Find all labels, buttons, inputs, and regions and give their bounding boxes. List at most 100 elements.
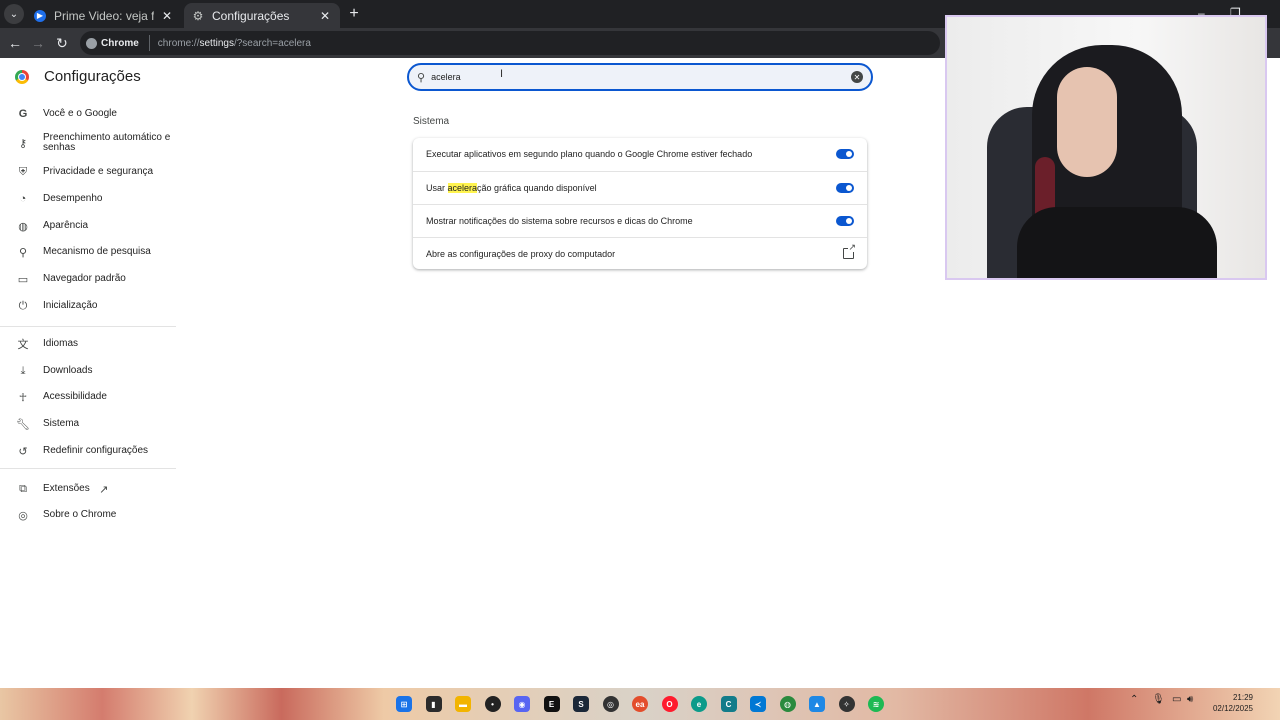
clock-time: 21:29 [1232, 693, 1253, 702]
tab-title: Prime Video: veja filmes, séries, [54, 8, 154, 23]
chrome-icon[interactable]: ◍ [779, 696, 796, 712]
sidebar-divider [0, 468, 176, 469]
sidebar-item-acessibilidade[interactable]: ☥ Acessibilidade [0, 391, 176, 404]
tray-overflow-icon[interactable]: ⌃ [1130, 694, 1138, 705]
sidebar-item-label: Mecanismo de pesquisa [43, 246, 151, 257]
clear-search-icon[interactable]: ✕ [851, 71, 863, 83]
search-input[interactable] [431, 72, 851, 82]
sidebar-item-sobre-o-chrome[interactable]: ◎ Sobre o Chrome [0, 509, 176, 522]
browser-icon[interactable]: ✧ [838, 696, 855, 712]
webcam-person-body [1017, 207, 1217, 278]
settings-header: Configurações [15, 68, 141, 85]
address-bar[interactable]: Chrome chrome://settings/?search=acelera [80, 31, 940, 55]
back-button[interactable]: ← [5, 33, 25, 53]
url-host: settings [199, 37, 234, 49]
system-notifications-toggle[interactable] [836, 215, 854, 226]
external-link-icon[interactable] [843, 243, 856, 259]
tab-configuracoes[interactable]: ⚙ Configurações ✕ [184, 3, 340, 28]
sidebar-divider [0, 326, 176, 327]
steam-icon[interactable]: S [573, 696, 589, 712]
puzzle-icon: ⧉ [19, 482, 27, 495]
epic-games-icon[interactable]: E [543, 696, 560, 712]
setting-label: Mostrar notificações do sistema sobre re… [426, 215, 693, 226]
section-title: Sistema [413, 116, 450, 127]
photos-icon[interactable]: ▲ [809, 696, 825, 712]
setting-row-hardware-acceleration[interactable]: Usar aceleração gráfica quando disponíve… [413, 171, 867, 203]
taskbar: ⊞ ▮ ▬ • ◉ E S ◎ ea O e C ≺ ◍ ▲ ✧ ≋ ⌃ 🎙︎ … [0, 688, 1280, 720]
network-icon[interactable]: ▭ [1172, 694, 1181, 705]
sidebar-item-privacidade[interactable]: ⛨ Privacidade e segurança [0, 166, 176, 178]
url-rest: /?search=acelera [233, 37, 311, 49]
sidebar-item-label: Idiomas [43, 338, 79, 349]
palette-icon: ◍ [18, 220, 28, 233]
sidebar-item-voce-e-o-google[interactable]: G Você e o Google [0, 108, 176, 120]
sidebar-item-label: Acessibilidade [43, 391, 107, 402]
edge-icon[interactable]: e [691, 696, 707, 712]
discord-icon[interactable]: ◉ [514, 696, 530, 712]
app-icon[interactable]: • [484, 696, 501, 712]
windows-start-icon[interactable]: ⊞ [396, 696, 412, 712]
site-info-chip[interactable]: Chrome [86, 35, 150, 51]
shield-icon: ⛨ [18, 165, 28, 178]
settings-search-box[interactable]: ⚲ ✕ [407, 63, 873, 91]
sidebar-item-desempenho[interactable]: ◔ Desempenho [0, 193, 176, 205]
sidebar-item-label: Aparência [43, 220, 89, 231]
browser-window-icon: ▭ [17, 273, 29, 286]
close-tab-icon[interactable]: ✕ [160, 9, 174, 23]
reset-icon: ↺ [18, 445, 28, 458]
reload-button[interactable]: ↻ [52, 33, 72, 53]
sidebar-item-label: Você e o Google [43, 108, 117, 119]
url-text: chrome://settings/?search=acelera [158, 38, 311, 49]
sidebar-item-label: Extensões [43, 483, 90, 494]
translate-icon: 文 [17, 339, 29, 351]
sidebar-item-label: Privacidade e segurança [43, 166, 154, 177]
setting-row-background-apps[interactable]: Executar aplicativos em segundo plano qu… [413, 138, 867, 170]
vscode-icon[interactable]: ≺ [750, 696, 766, 712]
search-highlight: acelera [447, 182, 478, 193]
sidebar-item-preenchimento[interactable]: ⚷ Preenchimento automático e senhas [0, 133, 176, 153]
taskbar-clock[interactable]: 21:29 02/12/2025 [1207, 692, 1253, 714]
setting-label: Abre as configurações de proxy do comput… [426, 248, 616, 259]
search-icon: ⚲ [417, 71, 426, 84]
sidebar-item-label: Navegador padrão [43, 273, 126, 284]
sidebar-item-navegador-padrao[interactable]: ▭ Navegador padrão [0, 273, 176, 286]
sidebar-item-redefinir[interactable]: ↺ Redefinir configurações [0, 445, 176, 458]
sidebar-item-downloads[interactable]: ⤓ Downloads [0, 365, 176, 377]
file-explorer-icon[interactable]: ▮ [425, 696, 442, 712]
sidebar-item-idiomas[interactable]: 文 Idiomas [0, 338, 176, 352]
settings-card: Executar aplicativos em segundo plano qu… [413, 138, 867, 269]
microphone-icon[interactable]: 🎙︎ [1152, 694, 1165, 705]
setting-label: Executar aplicativos em segundo plano qu… [426, 149, 753, 159]
new-tab-button[interactable]: + [345, 5, 363, 23]
tab-prime-video[interactable]: ▶ Prime Video: veja filmes, séries, ✕ [26, 3, 182, 28]
close-tab-icon[interactable]: ✕ [318, 9, 332, 23]
external-link-icon: ↗ [99, 483, 109, 496]
accessibility-icon: ☥ [18, 391, 28, 404]
sidebar-item-aparencia[interactable]: ◍ Aparência [0, 220, 176, 233]
chrome-logo-icon [15, 69, 29, 84]
sidebar-item-label: Preenchimento automático e senhas [43, 132, 171, 153]
photoshop-icon[interactable]: C [720, 696, 737, 712]
ubisoft-icon[interactable]: ◎ [602, 696, 619, 712]
sidebar-item-inicializacao[interactable]: ⏻ Inicialização [0, 300, 176, 312]
ea-icon[interactable]: ea [632, 696, 648, 712]
forward-button[interactable]: → [28, 33, 48, 53]
tab-search-menu-button[interactable]: ⌄ [4, 4, 24, 24]
hardware-acceleration-toggle[interactable] [836, 182, 854, 193]
setting-row-proxy[interactable]: Abre as configurações de proxy do comput… [413, 237, 867, 269]
sidebar-item-sistema[interactable]: 🔧︎ Sistema [0, 418, 176, 431]
background-apps-toggle[interactable] [836, 149, 854, 159]
text-cursor-icon: I [500, 68, 504, 80]
folder-icon[interactable]: ▬ [455, 696, 471, 712]
opera-icon[interactable]: O [661, 696, 678, 712]
google-g-icon: G [18, 108, 28, 120]
sidebar-item-extensoes[interactable]: ⧉ Extensões ↗ [0, 482, 176, 496]
setting-row-system-notifications[interactable]: Mostrar notificações do sistema sobre re… [413, 204, 867, 236]
webcam-person-face [1057, 67, 1117, 177]
url-prefix: chrome:// [157, 37, 200, 49]
sidebar-item-mecanismo-de-pesquisa[interactable]: ⚲ Mecanismo de pesquisa [0, 246, 176, 259]
search-icon: ⚲ [18, 246, 28, 259]
spotify-icon[interactable]: ≋ [868, 696, 884, 712]
volume-icon[interactable]: 🔊︎ [1187, 694, 1193, 705]
wrench-icon: 🔧︎ [16, 418, 30, 431]
